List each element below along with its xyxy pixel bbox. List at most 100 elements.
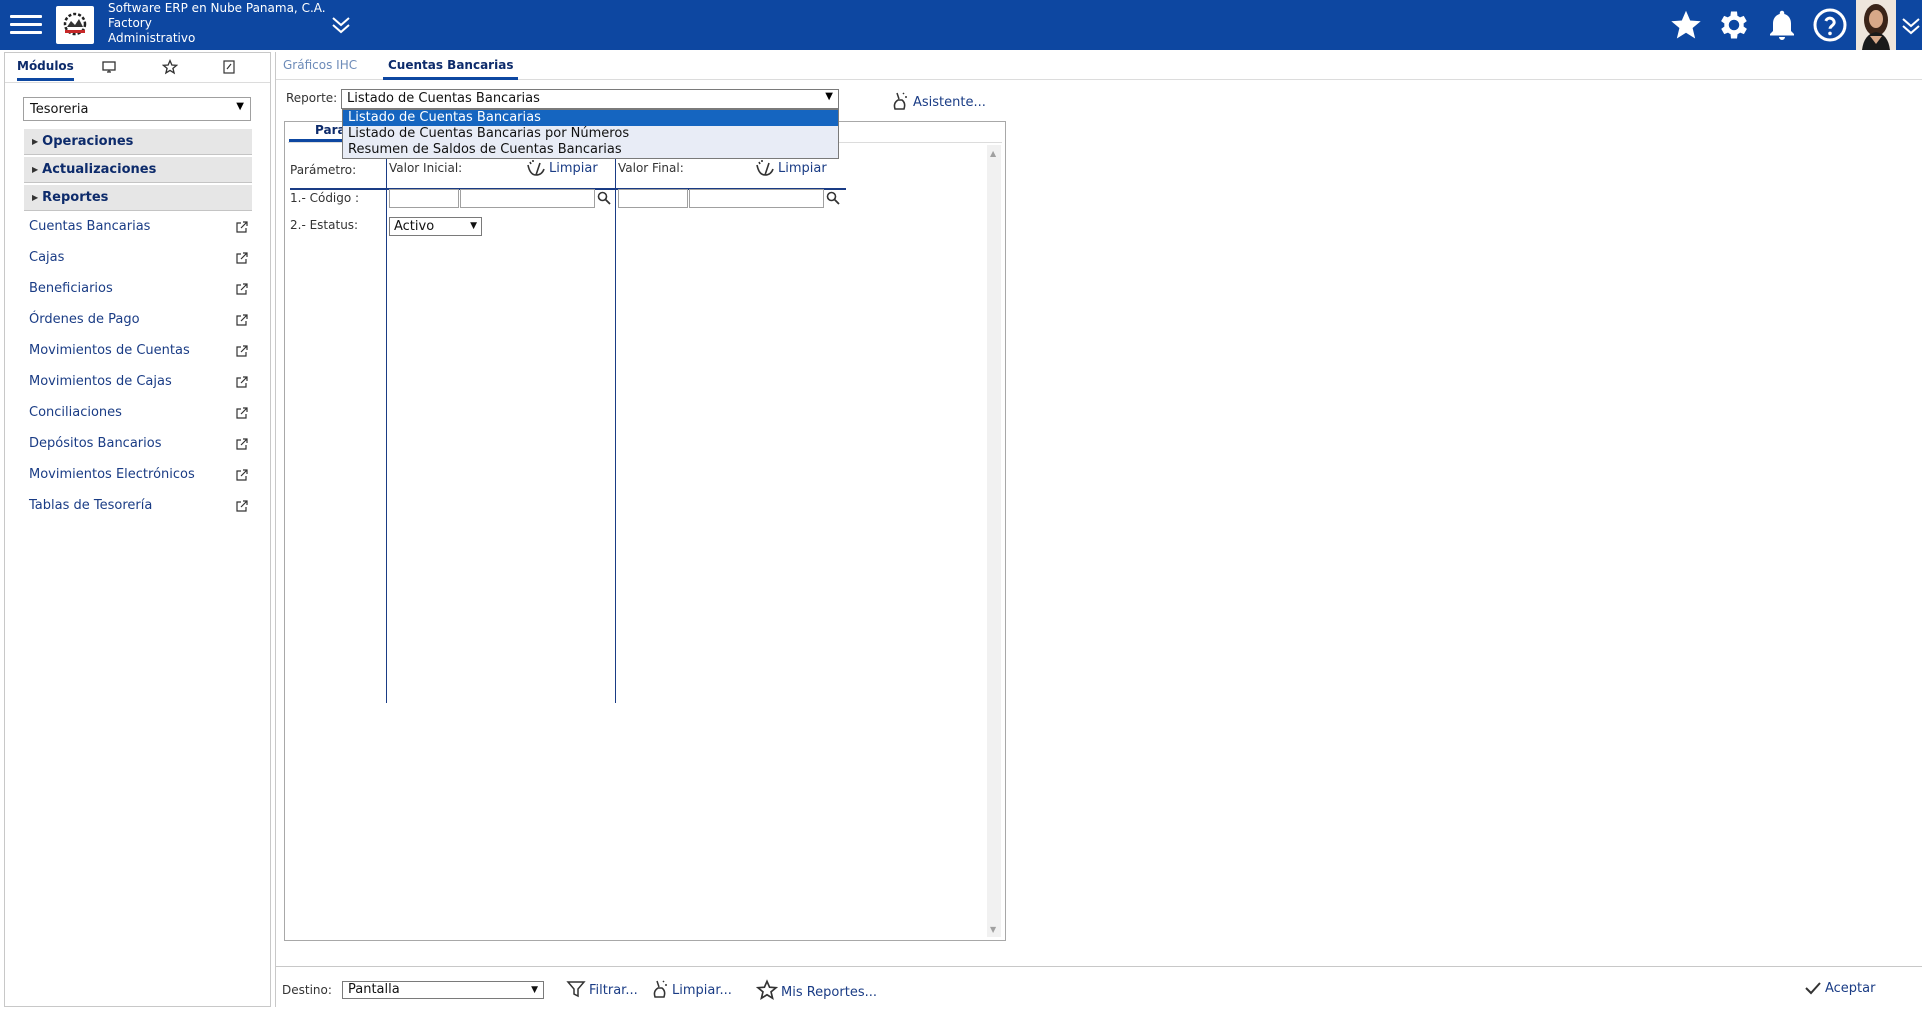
scroll-up-icon[interactable]: ▲ bbox=[990, 149, 996, 158]
codigo-inicial-input[interactable] bbox=[389, 189, 459, 208]
chevron-double-down-icon[interactable] bbox=[330, 12, 352, 38]
estatus-value: Activo bbox=[394, 219, 435, 234]
column-divider bbox=[615, 153, 616, 703]
section-label: Operaciones bbox=[42, 134, 134, 149]
nav-link-label: Cajas bbox=[29, 250, 65, 265]
dropdown-arrow-icon: ▼ bbox=[470, 221, 477, 231]
mis-reportes-button[interactable]: Mis Reportes... bbox=[755, 979, 877, 1001]
external-link-icon bbox=[236, 438, 248, 450]
limpiar-todo-label: Limpiar... bbox=[672, 983, 732, 998]
bottom-bar: Destino: Pantalla ▼ Filtrar... Limpiar..… bbox=[276, 966, 1922, 1007]
codigo-final-desc-input[interactable] bbox=[689, 189, 824, 208]
section-reportes[interactable]: ▶ Reportes bbox=[24, 185, 252, 211]
external-link-icon bbox=[236, 345, 248, 357]
reporte-dropdown-list: Listado de Cuentas Bancarias Listado de … bbox=[342, 109, 839, 159]
external-link-icon bbox=[236, 407, 248, 419]
bell-icon[interactable] bbox=[1764, 7, 1800, 43]
nav-link-depositos-bancarios[interactable]: Depósitos Bancarios bbox=[29, 436, 251, 456]
reporte-label: Reporte: bbox=[286, 91, 338, 105]
limpiar-final-button[interactable]: Limpiar bbox=[755, 159, 827, 177]
external-link-icon bbox=[236, 469, 248, 481]
filter-icon bbox=[566, 981, 586, 998]
module-select[interactable]: Tesoreria ▼ bbox=[23, 97, 251, 121]
search-icon[interactable] bbox=[597, 191, 611, 205]
reporte-option[interactable]: Listado de Cuentas Bancarias por Números bbox=[343, 126, 838, 142]
nav-link-ordenes-de-pago[interactable]: Órdenes de Pago bbox=[29, 312, 251, 332]
filtrar-button[interactable]: Filtrar... bbox=[566, 979, 638, 999]
destino-value: Pantalla bbox=[348, 982, 400, 997]
nav-link-label: Órdenes de Pago bbox=[29, 312, 140, 327]
dropdown-arrow-icon: ▼ bbox=[531, 985, 538, 995]
caret-right-icon: ▶ bbox=[32, 137, 39, 146]
chevron-double-down-icon[interactable] bbox=[1900, 14, 1922, 38]
menu-icon[interactable] bbox=[10, 10, 42, 38]
reporte-select[interactable]: Listado de Cuentas Bancarias ▼ bbox=[341, 89, 839, 109]
tab-cuentas-bancarias[interactable]: Cuentas Bancarias bbox=[383, 58, 519, 80]
filtrar-label: Filtrar... bbox=[589, 983, 638, 998]
search-icon[interactable] bbox=[826, 191, 840, 205]
nav-link-movimientos-de-cuentas[interactable]: Movimientos de Cuentas bbox=[29, 343, 251, 363]
codigo-final-input[interactable] bbox=[618, 189, 688, 208]
document-edit-icon[interactable] bbox=[221, 59, 239, 77]
dropdown-arrow-icon: ▼ bbox=[825, 91, 833, 102]
star-outline-icon[interactable] bbox=[161, 58, 180, 77]
section-operaciones[interactable]: ▶ Operaciones bbox=[24, 129, 252, 155]
caret-right-icon: ▶ bbox=[32, 193, 39, 202]
estatus-select[interactable]: Activo ▼ bbox=[389, 217, 482, 236]
nav-link-cuentas-bancarias[interactable]: Cuentas Bancarias bbox=[29, 219, 251, 239]
section-label: Actualizaciones bbox=[42, 162, 157, 177]
tab-modulos[interactable]: Módulos bbox=[17, 59, 74, 81]
column-divider bbox=[386, 153, 387, 703]
tab-graficos-ihc[interactable]: Gráficos IHC bbox=[283, 58, 357, 72]
gear-icon[interactable] bbox=[1716, 7, 1752, 43]
section-actualizaciones[interactable]: ▶ Actualizaciones bbox=[24, 157, 252, 183]
col-header-parametro: Parámetro: bbox=[290, 163, 357, 177]
mis-reportes-label: Mis Reportes... bbox=[781, 985, 877, 1000]
nav-link-beneficiarios[interactable]: Beneficiarios bbox=[29, 281, 251, 301]
destino-select[interactable]: Pantalla ▼ bbox=[342, 981, 544, 999]
asistente-label: Asistente... bbox=[913, 95, 986, 110]
scroll-down-icon[interactable]: ▼ bbox=[990, 925, 996, 934]
star-outline-icon bbox=[755, 979, 779, 1001]
destino-label: Destino: bbox=[282, 983, 332, 997]
nav-link-label: Beneficiarios bbox=[29, 281, 113, 296]
col-header-valor-inicial: Valor Inicial: bbox=[389, 161, 463, 175]
reporte-select-value: Listado de Cuentas Bancarias bbox=[347, 91, 540, 106]
company-info: Software ERP en Nube Panama, C.A. Factor… bbox=[108, 1, 326, 46]
company-logo[interactable] bbox=[56, 6, 94, 44]
scrollbar[interactable]: ▲ ▼ bbox=[987, 145, 1001, 937]
monitor-icon[interactable] bbox=[101, 59, 119, 77]
nav-link-label: Depósitos Bancarios bbox=[29, 436, 162, 451]
user-avatar[interactable] bbox=[1856, 0, 1896, 50]
nav-link-label: Conciliaciones bbox=[29, 405, 122, 420]
asistente-button[interactable]: Asistente... bbox=[891, 91, 986, 111]
external-link-icon bbox=[236, 221, 248, 233]
left-panel: Módulos Tesoreria ▼ ▶ Operaciones ▶ Actual… bbox=[4, 52, 271, 1007]
param-label-estatus: 2.- Estatus: bbox=[290, 218, 359, 232]
param-label-codigo: 1.- Código : bbox=[290, 191, 360, 205]
nav-link-tablas-de-tesoreria[interactable]: Tablas de Tesorería bbox=[29, 498, 251, 518]
wizard-icon bbox=[893, 92, 907, 110]
reporte-option[interactable]: Resumen de Saldos de Cuentas Bancarias bbox=[343, 142, 838, 158]
codigo-inicial-desc-input[interactable] bbox=[460, 189, 595, 208]
external-link-icon bbox=[236, 314, 248, 326]
left-panel-tabs: Módulos bbox=[5, 53, 270, 83]
limpiar-todo-button[interactable]: Limpiar... bbox=[651, 979, 732, 999]
external-link-icon bbox=[236, 376, 248, 388]
main-content: Gráficos IHC Cuentas Bancarias Reporte: … bbox=[275, 52, 1922, 1007]
limpiar-inicial-button[interactable]: Limpiar bbox=[526, 159, 598, 177]
aceptar-button[interactable]: Aceptar bbox=[1804, 979, 1875, 997]
help-icon[interactable] bbox=[1812, 7, 1848, 43]
nav-link-movimientos-electronicos[interactable]: Movimientos Electrónicos bbox=[29, 467, 251, 487]
nav-link-conciliaciones[interactable]: Conciliaciones bbox=[29, 405, 251, 425]
module-select-value: Tesoreria bbox=[30, 102, 89, 117]
col-header-valor-final: Valor Final: bbox=[618, 161, 684, 175]
nav-link-movimientos-de-cajas[interactable]: Movimientos de Cajas bbox=[29, 374, 251, 394]
nav-link-cajas[interactable]: Cajas bbox=[29, 250, 251, 270]
aceptar-label: Aceptar bbox=[1825, 981, 1876, 996]
tab-parametros[interactable]: Para bbox=[289, 123, 349, 142]
reporte-option[interactable]: Listado de Cuentas Bancarias bbox=[343, 110, 838, 126]
caret-right-icon: ▶ bbox=[32, 165, 39, 174]
limpiar-label: Limpiar bbox=[549, 161, 598, 176]
star-icon[interactable] bbox=[1668, 7, 1704, 43]
